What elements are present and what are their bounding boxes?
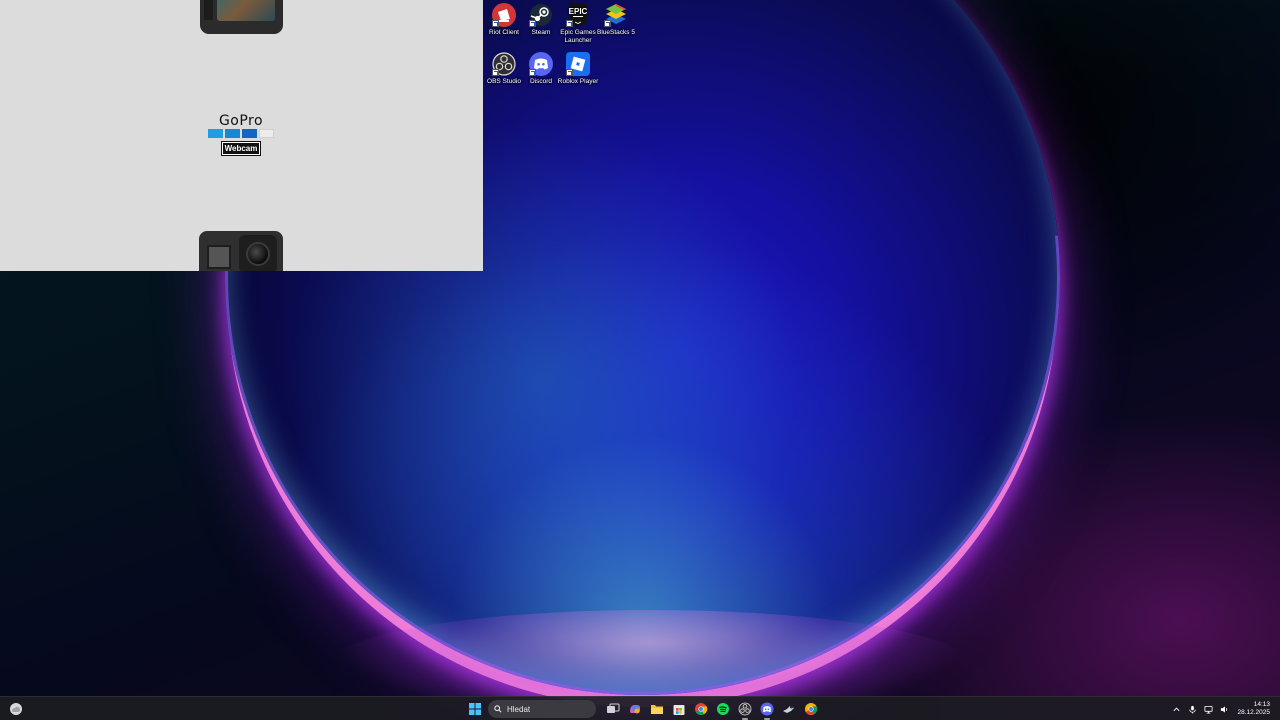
gopro-logo-bars [206, 129, 276, 138]
search-input[interactable] [507, 704, 587, 714]
chrome-icon [695, 703, 708, 716]
taskbar-search[interactable] [488, 700, 596, 718]
gopro-webcam-window[interactable]: GoPro Webcam [0, 0, 483, 271]
desktop-icon-roblox[interactable]: Roblox Player [556, 52, 600, 86]
microsoft-store-icon [673, 705, 685, 715]
gopro-brand-text: GoPro [218, 113, 264, 129]
taskbar-spotify[interactable] [712, 697, 734, 720]
widgets-button[interactable] [9, 702, 23, 716]
gopro-logo: GoPro Webcam [206, 114, 276, 156]
shortcut-arrow-icon [492, 69, 499, 76]
shortcut-arrow-icon [566, 20, 573, 27]
taskbar-chrome[interactable] [690, 697, 712, 720]
clock-time: 14:13 [1253, 701, 1270, 708]
taskbar-file-explorer[interactable] [646, 697, 668, 720]
taskbar-center [464, 697, 822, 720]
shortcut-arrow-icon [492, 20, 499, 27]
taskbar-obs-studio[interactable] [734, 697, 756, 720]
microphone-button[interactable] [1185, 697, 1199, 720]
show-hidden-icons-button[interactable] [1169, 697, 1183, 720]
start-button[interactable] [464, 697, 486, 720]
shortcut-arrow-icon [566, 69, 573, 76]
spotify-icon [717, 703, 729, 715]
file-explorer-icon [651, 705, 663, 714]
copilot-icon [630, 705, 640, 714]
network-icon [1204, 705, 1213, 714]
taskbar-microsoft-store[interactable] [668, 697, 690, 720]
steam-icon [783, 705, 794, 713]
search-icon [494, 705, 502, 713]
weather-widget-icon [10, 703, 22, 715]
desktop-icon-bluestacks[interactable]: BlueStacks 5 [594, 3, 638, 37]
chevron-up-icon [1173, 707, 1180, 711]
clock-date: 28.12.2025 [1237, 709, 1270, 716]
shortcut-arrow-icon [529, 20, 536, 27]
camera-front-image [200, 0, 283, 34]
task-view-icon [607, 703, 620, 713]
camera-back-image [199, 231, 283, 271]
volume-button[interactable] [1217, 697, 1231, 720]
taskbar: 14:13 28.12.2025 [0, 696, 1280, 720]
microphone-icon [1189, 705, 1196, 714]
chrome-canary-icon [805, 703, 818, 716]
shortcut-arrow-icon [604, 20, 611, 27]
epic-logo-text: EPIC [569, 7, 588, 16]
system-tray: 14:13 28.12.2025 [1167, 697, 1280, 720]
shortcut-arrow-icon [529, 69, 536, 76]
taskbar-task-view[interactable] [602, 697, 624, 720]
obs-studio-icon [738, 702, 752, 716]
network-button[interactable] [1201, 697, 1215, 720]
windows-start-icon [469, 703, 481, 715]
taskbar-chrome-canary[interactable] [800, 697, 822, 720]
taskbar-discord[interactable] [756, 697, 778, 720]
taskbar-steam[interactable] [778, 697, 800, 720]
taskbar-clock[interactable]: 14:13 28.12.2025 [1231, 701, 1280, 717]
desktop-icon-label: BlueStacks 5 [597, 29, 635, 36]
taskbar-copilot[interactable] [624, 697, 646, 720]
discord-icon [760, 702, 774, 716]
webcam-label: Webcam [220, 141, 262, 156]
volume-icon [1220, 705, 1228, 713]
desktop-icon-label: Roblox Player [557, 78, 599, 85]
